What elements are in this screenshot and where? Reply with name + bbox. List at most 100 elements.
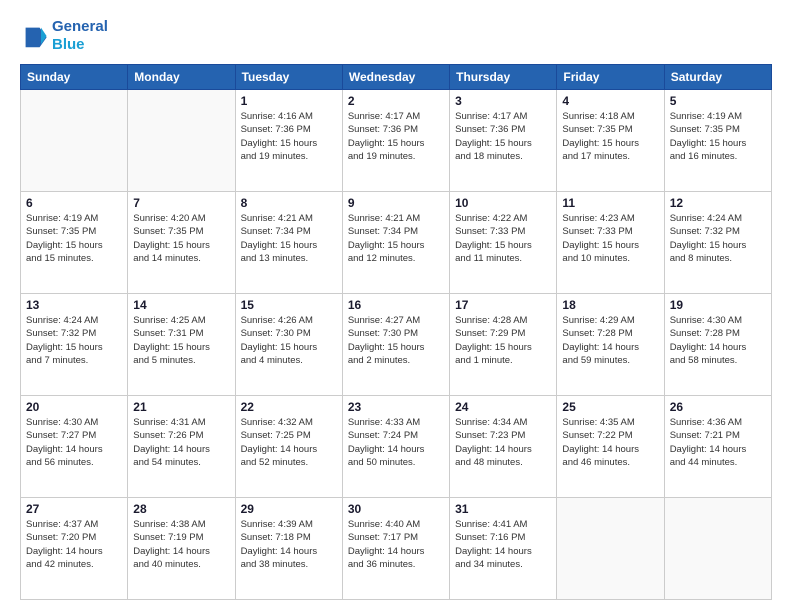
- day-info: Sunrise: 4:37 AM Sunset: 7:20 PM Dayligh…: [26, 518, 122, 571]
- day-info: Sunrise: 4:38 AM Sunset: 7:19 PM Dayligh…: [133, 518, 229, 571]
- calendar-cell: 12 Sunrise: 4:24 AM Sunset: 7:32 PM Dayli…: [664, 192, 771, 294]
- day-info: Sunrise: 4:19 AM Sunset: 7:35 PM Dayligh…: [670, 110, 766, 163]
- day-number: 5: [670, 94, 766, 108]
- day-info: Sunrise: 4:41 AM Sunset: 7:16 PM Dayligh…: [455, 518, 551, 571]
- calendar-cell: 29Sunrise: 4:39 AM Sunset: 7:18 PM Dayli…: [235, 498, 342, 600]
- calendar-cell: 11 Sunrise: 4:23 AM Sunset: 7:33 PM Dayli…: [557, 192, 664, 294]
- calendar-cell: [664, 498, 771, 600]
- calendar-cell: 20 Sunrise: 4:30 AM Sunset: 7:27 PM Dayli…: [21, 396, 128, 498]
- day-number: 1: [241, 94, 337, 108]
- day-number: 18: [562, 298, 658, 312]
- weekday-header: Saturday: [664, 65, 771, 90]
- calendar-cell: [128, 90, 235, 192]
- day-number: 15: [241, 298, 337, 312]
- calendar-cell: 30Sunrise: 4:40 AM Sunset: 7:17 PM Dayli…: [342, 498, 449, 600]
- weekday-header: Friday: [557, 65, 664, 90]
- calendar-week-row: 27Sunrise: 4:37 AM Sunset: 7:20 PM Dayli…: [21, 498, 772, 600]
- calendar-cell: 4 Sunrise: 4:18 AM Sunset: 7:35 PM Daylig…: [557, 90, 664, 192]
- day-info: Sunrise: 4:25 AM Sunset: 7:31 PM Dayligh…: [133, 314, 229, 367]
- day-number: 2: [348, 94, 444, 108]
- calendar-cell: 23 Sunrise: 4:33 AM Sunset: 7:24 PM Dayli…: [342, 396, 449, 498]
- day-number: 10: [455, 196, 551, 210]
- day-number: 12: [670, 196, 766, 210]
- day-info: Sunrise: 4:35 AM Sunset: 7:22 PM Dayligh…: [562, 416, 658, 469]
- day-number: 13: [26, 298, 122, 312]
- header: General Blue: [20, 18, 772, 54]
- day-number: 25: [562, 400, 658, 414]
- day-number: 6: [26, 196, 122, 210]
- calendar-cell: [21, 90, 128, 192]
- calendar-cell: [557, 498, 664, 600]
- day-info: Sunrise: 4:28 AM Sunset: 7:29 PM Dayligh…: [455, 314, 551, 367]
- calendar-cell: 1 Sunrise: 4:16 AM Sunset: 7:36 PM Daylig…: [235, 90, 342, 192]
- day-info: Sunrise: 4:19 AM Sunset: 7:35 PM Dayligh…: [26, 212, 122, 265]
- calendar-cell: 31 Sunrise: 4:41 AM Sunset: 7:16 PM Dayli…: [450, 498, 557, 600]
- day-info: Sunrise: 4:21 AM Sunset: 7:34 PM Dayligh…: [348, 212, 444, 265]
- day-info: Sunrise: 4:31 AM Sunset: 7:26 PM Dayligh…: [133, 416, 229, 469]
- day-number: 30: [348, 502, 444, 516]
- day-number: 8: [241, 196, 337, 210]
- day-number: 4: [562, 94, 658, 108]
- calendar-table: SundayMondayTuesdayWednesdayThursdayFrid…: [20, 64, 772, 600]
- day-number: 9: [348, 196, 444, 210]
- calendar-cell: 24 Sunrise: 4:34 AM Sunset: 7:23 PM Dayli…: [450, 396, 557, 498]
- calendar-cell: 2 Sunrise: 4:17 AM Sunset: 7:36 PM Daylig…: [342, 90, 449, 192]
- day-number: 16: [348, 298, 444, 312]
- day-info: Sunrise: 4:23 AM Sunset: 7:33 PM Dayligh…: [562, 212, 658, 265]
- calendar-cell: 16 Sunrise: 4:27 AM Sunset: 7:30 PM Dayli…: [342, 294, 449, 396]
- page: General Blue SundayMondayTuesdayWednesda…: [0, 0, 792, 612]
- day-number: 22: [241, 400, 337, 414]
- day-info: Sunrise: 4:22 AM Sunset: 7:33 PM Dayligh…: [455, 212, 551, 265]
- day-number: 26: [670, 400, 766, 414]
- day-info: Sunrise: 4:20 AM Sunset: 7:35 PM Dayligh…: [133, 212, 229, 265]
- calendar-cell: 28 Sunrise: 4:38 AM Sunset: 7:19 PM Dayli…: [128, 498, 235, 600]
- day-number: 7: [133, 196, 229, 210]
- day-info: Sunrise: 4:17 AM Sunset: 7:36 PM Dayligh…: [348, 110, 444, 163]
- calendar-cell: 17Sunrise: 4:28 AM Sunset: 7:29 PM Dayli…: [450, 294, 557, 396]
- day-number: 20: [26, 400, 122, 414]
- day-info: Sunrise: 4:32 AM Sunset: 7:25 PM Dayligh…: [241, 416, 337, 469]
- day-info: Sunrise: 4:16 AM Sunset: 7:36 PM Dayligh…: [241, 110, 337, 163]
- calendar-week-row: 13 Sunrise: 4:24 AM Sunset: 7:32 PM Dayli…: [21, 294, 772, 396]
- day-info: Sunrise: 4:29 AM Sunset: 7:28 PM Dayligh…: [562, 314, 658, 367]
- day-info: Sunrise: 4:24 AM Sunset: 7:32 PM Dayligh…: [670, 212, 766, 265]
- day-info: Sunrise: 4:24 AM Sunset: 7:32 PM Dayligh…: [26, 314, 122, 367]
- day-number: 14: [133, 298, 229, 312]
- calendar-cell: 27Sunrise: 4:37 AM Sunset: 7:20 PM Dayli…: [21, 498, 128, 600]
- weekday-header-row: SundayMondayTuesdayWednesdayThursdayFrid…: [21, 65, 772, 90]
- day-info: Sunrise: 4:18 AM Sunset: 7:35 PM Dayligh…: [562, 110, 658, 163]
- day-number: 23: [348, 400, 444, 414]
- calendar-week-row: 6 Sunrise: 4:19 AM Sunset: 7:35 PM Daylig…: [21, 192, 772, 294]
- calendar-cell: 25 Sunrise: 4:35 AM Sunset: 7:22 PM Dayli…: [557, 396, 664, 498]
- calendar-cell: 22 Sunrise: 4:32 AM Sunset: 7:25 PM Dayli…: [235, 396, 342, 498]
- day-info: Sunrise: 4:26 AM Sunset: 7:30 PM Dayligh…: [241, 314, 337, 367]
- day-info: Sunrise: 4:34 AM Sunset: 7:23 PM Dayligh…: [455, 416, 551, 469]
- day-number: 21: [133, 400, 229, 414]
- day-number: 11: [562, 196, 658, 210]
- day-number: 19: [670, 298, 766, 312]
- weekday-header: Sunday: [21, 65, 128, 90]
- calendar-cell: 26 Sunrise: 4:36 AM Sunset: 7:21 PM Dayli…: [664, 396, 771, 498]
- weekday-header: Wednesday: [342, 65, 449, 90]
- weekday-header: Tuesday: [235, 65, 342, 90]
- calendar-cell: 13 Sunrise: 4:24 AM Sunset: 7:32 PM Dayli…: [21, 294, 128, 396]
- day-info: Sunrise: 4:39 AM Sunset: 7:18 PM Dayligh…: [241, 518, 337, 571]
- calendar-cell: 5 Sunrise: 4:19 AM Sunset: 7:35 PM Daylig…: [664, 90, 771, 192]
- day-info: Sunrise: 4:21 AM Sunset: 7:34 PM Dayligh…: [241, 212, 337, 265]
- day-info: Sunrise: 4:27 AM Sunset: 7:30 PM Dayligh…: [348, 314, 444, 367]
- logo-text: General Blue: [52, 18, 108, 54]
- calendar-cell: 21 Sunrise: 4:31 AM Sunset: 7:26 PM Dayli…: [128, 396, 235, 498]
- day-number: 28: [133, 502, 229, 516]
- day-number: 24: [455, 400, 551, 414]
- calendar-cell: 10 Sunrise: 4:22 AM Sunset: 7:33 PM Dayli…: [450, 192, 557, 294]
- day-info: Sunrise: 4:30 AM Sunset: 7:27 PM Dayligh…: [26, 416, 122, 469]
- day-info: Sunrise: 4:33 AM Sunset: 7:24 PM Dayligh…: [348, 416, 444, 469]
- day-info: Sunrise: 4:36 AM Sunset: 7:21 PM Dayligh…: [670, 416, 766, 469]
- day-info: Sunrise: 4:30 AM Sunset: 7:28 PM Dayligh…: [670, 314, 766, 367]
- logo-icon: [20, 22, 48, 50]
- weekday-header: Thursday: [450, 65, 557, 90]
- day-number: 31: [455, 502, 551, 516]
- calendar-cell: 7 Sunrise: 4:20 AM Sunset: 7:35 PM Daylig…: [128, 192, 235, 294]
- calendar-cell: 9 Sunrise: 4:21 AM Sunset: 7:34 PM Daylig…: [342, 192, 449, 294]
- calendar-cell: 14 Sunrise: 4:25 AM Sunset: 7:31 PM Dayli…: [128, 294, 235, 396]
